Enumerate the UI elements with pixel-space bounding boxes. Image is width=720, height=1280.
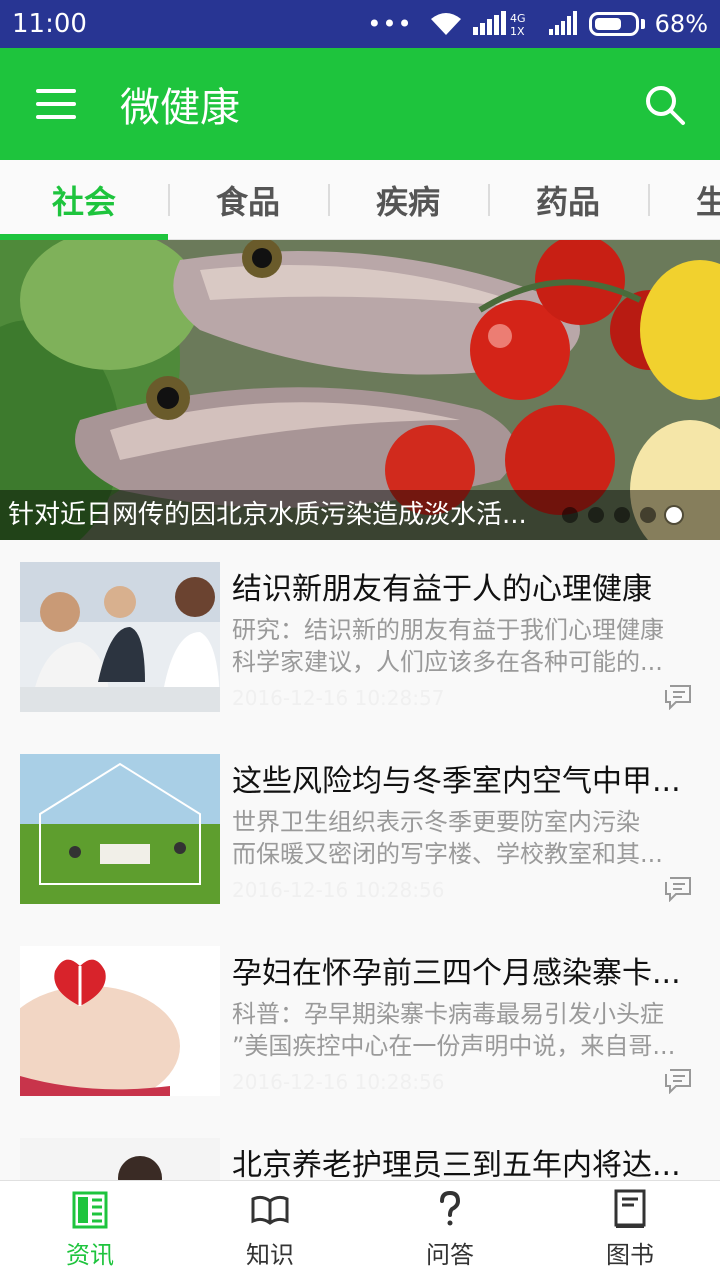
battery-percent: 68% (654, 10, 708, 38)
nav-label: 资讯 (66, 1241, 114, 1269)
news-thumbnail (20, 946, 220, 1096)
news-title: 结识新朋友有益于人的心理健康 (232, 572, 652, 607)
nav-label: 图书 (606, 1241, 654, 1269)
news-time: 2016-12-16 10:28:56 (232, 1070, 445, 1094)
tab-life-partial[interactable]: 生 (648, 160, 720, 239)
news-time: 2016-12-16 10:28:56 (232, 878, 445, 902)
tab-food[interactable]: 食品 (168, 160, 328, 239)
nav-label: 知识 (246, 1241, 294, 1269)
news-item[interactable]: 孕妇在怀孕前三四个月感染寨卡... 科普：孕早期染寨卡病毒最易引发小头症 ”美国… (0, 924, 720, 1116)
news-time: 2016-12-16 10:28:57 (232, 686, 445, 710)
bottom-navigation: 资讯 知识 问答 图书 (0, 1180, 720, 1280)
banner-caption-text: 针对近日网传的因北京水质污染造成淡水活... (8, 500, 527, 530)
app-bar: 微健康 (0, 48, 720, 160)
nav-books[interactable]: 图书 (540, 1181, 720, 1280)
battery-icon (588, 12, 639, 36)
news-title: 这些风险均与冬季室内空气中甲... (232, 764, 681, 799)
nav-qa[interactable]: 问答 (360, 1181, 540, 1280)
nav-knowledge[interactable]: 知识 (180, 1181, 360, 1280)
news-title: 孕妇在怀孕前三四个月感染寨卡... (232, 956, 681, 991)
page-dot-active (666, 507, 682, 523)
tab-society[interactable]: 社会 (4, 160, 164, 239)
status-bar: 11:00 ••• 4G 1X 68% (0, 0, 720, 48)
news-summary-line: 研究：结识新的朋友有益于我们心理健康 (232, 616, 664, 644)
book-icon (614, 1189, 646, 1228)
nav-news[interactable]: 资讯 (0, 1181, 180, 1280)
notification-dots: ••• (367, 10, 413, 38)
question-icon (440, 1190, 461, 1226)
comment-icon[interactable] (664, 1068, 692, 1094)
news-summary: 世界卫生组织表示冬季更要防室内污染 而保暖又密闭的写字楼、学校教室和其... (232, 806, 700, 870)
status-time: 11:00 (12, 9, 87, 39)
page-dot (614, 507, 630, 523)
news-summary-line: 而保暖又密闭的写字楼、学校教室和其... (232, 840, 663, 868)
tab-disease[interactable]: 疾病 (328, 160, 488, 239)
status-icons: ••• 4G 1X 68% (367, 0, 708, 48)
news-icon (72, 1191, 108, 1229)
search-icon[interactable] (644, 84, 686, 126)
svg-text:4G: 4G (510, 12, 526, 25)
news-thumbnail (20, 1138, 220, 1180)
banner-carousel[interactable]: 针对近日网传的因北京水质污染造成淡水活... (0, 240, 720, 540)
news-summary: 研究：结识新的朋友有益于我们心理健康 科学家建议，人们应该多在各种可能的... (232, 614, 700, 678)
app-title: 微健康 (120, 85, 240, 131)
svg-text:1X: 1X (510, 25, 525, 37)
news-item[interactable]: 北京养老护理员三到五年内将达... (0, 1116, 720, 1180)
news-summary-line: 世界卫生组织表示冬季更要防室内污染 (232, 808, 640, 836)
page-dot (562, 507, 578, 523)
comment-icon[interactable] (664, 684, 692, 710)
book-open-icon (251, 1195, 289, 1225)
menu-icon[interactable] (36, 89, 76, 119)
news-summary-line: 科普：孕早期染寨卡病毒最易引发小头症 (232, 1000, 664, 1028)
wifi-icon (430, 13, 461, 35)
news-thumbnail (20, 754, 220, 904)
page-dot (588, 507, 604, 523)
news-list: 结识新朋友有益于人的心理健康 研究：结识新的朋友有益于我们心理健康 科学家建议，… (0, 540, 720, 1180)
comment-icon[interactable] (664, 876, 692, 902)
news-summary-line: 科学家建议，人们应该多在各种可能的... (232, 648, 663, 676)
news-title: 北京养老护理员三到五年内将达... (232, 1148, 681, 1180)
news-item[interactable]: 结识新朋友有益于人的心理健康 研究：结识新的朋友有益于我们心理健康 科学家建议，… (0, 540, 720, 732)
battery-tip (640, 19, 645, 29)
signal-icon (548, 11, 577, 35)
news-summary: 科普：孕早期染寨卡病毒最易引发小头症 ”美国疾控中心在一份声明中说，来自哥... (232, 998, 700, 1062)
category-tabs: 社会 食品 疾病 药品 生 (0, 160, 720, 240)
nav-label: 问答 (426, 1241, 474, 1269)
news-thumbnail (20, 562, 220, 712)
banner-page-indicator (562, 507, 682, 523)
page-dot (640, 507, 656, 523)
news-summary-line: ”美国疾控中心在一份声明中说，来自哥... (232, 1032, 676, 1060)
cellular-4g-icon: 4G 1X (472, 11, 526, 37)
tab-medicine[interactable]: 药品 (488, 160, 648, 239)
news-item[interactable]: 这些风险均与冬季室内空气中甲... 世界卫生组织表示冬季更要防室内污染 而保暖又… (0, 732, 720, 924)
